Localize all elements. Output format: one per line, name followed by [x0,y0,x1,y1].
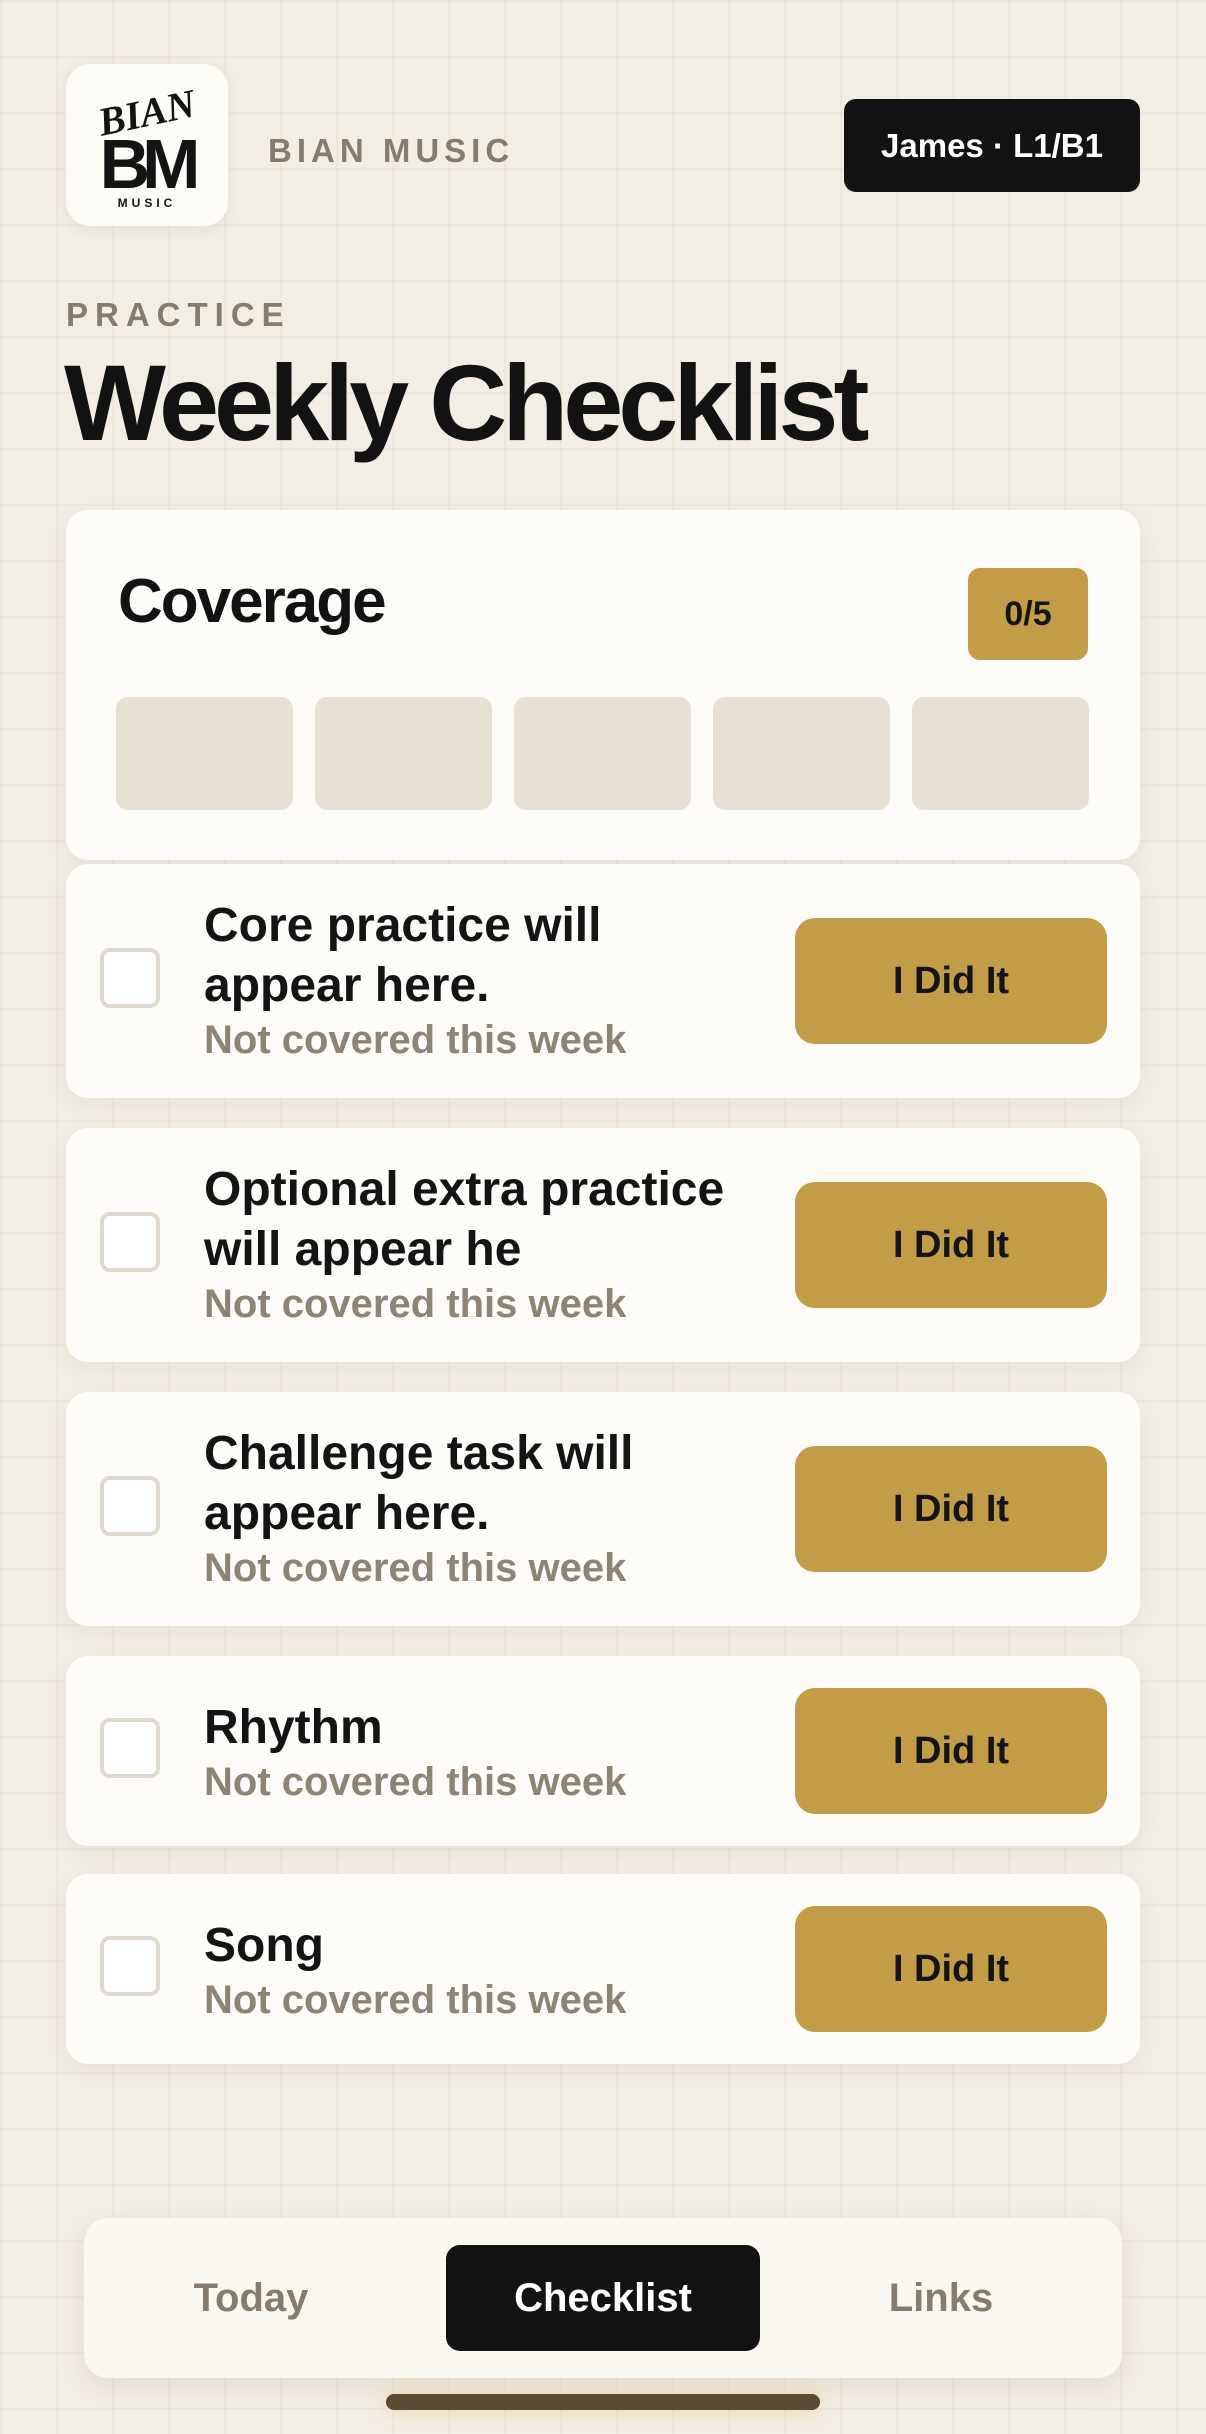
task-label: Rhythm [204,1701,383,1754]
task-status: Not covered this week [204,1978,627,2022]
i-did-it-button[interactable]: I Did It [795,1688,1107,1814]
coverage-card: Coverage 0/5 [66,510,1140,860]
task-checkbox[interactable] [100,948,160,1008]
i-did-it-button[interactable]: I Did It [795,1182,1107,1308]
task-label: Song [204,1919,324,1972]
page-title: Weekly Checklist [64,342,869,463]
task-status: Not covered this week [204,1546,627,1590]
tab-links[interactable]: Links [824,2245,1058,2351]
task-text: Core practice will appear here. Not cove… [204,896,626,1064]
tab-today[interactable]: Today [134,2245,368,2351]
task-text: Challenge task will appear here. Not cov… [204,1424,633,1592]
task-text: Optional extra practice will appear he N… [204,1160,724,1328]
task-card-core-practice: Core practice will appear here. Not cove… [66,864,1140,1098]
task-status: Not covered this week [204,1760,627,1804]
task-checkbox[interactable] [100,1936,160,1996]
task-label: appear here. [204,959,490,1012]
coverage-count-badge: 0/5 [968,568,1088,660]
task-text: Rhythm Not covered this week [204,1698,626,1806]
brand-name: BIAN MUSIC [268,132,515,169]
task-label: Challenge task will [204,1427,634,1480]
task-label: Optional extra practice [204,1163,725,1216]
coverage-progress [116,697,1089,810]
coverage-title: Coverage [118,567,387,636]
coverage-segment [116,697,293,810]
bottom-nav: Today Checklist Links [84,2218,1122,2378]
task-status: Not covered this week [204,1018,627,1062]
coverage-segment [315,697,492,810]
task-card-optional-extra: Optional extra practice will appear he N… [66,1128,1140,1362]
i-did-it-button[interactable]: I Did It [795,918,1107,1044]
task-checkbox[interactable] [100,1718,160,1778]
task-label: appear here. [204,1487,490,1540]
logo-music-text: MUSIC [118,196,177,210]
logo-bm-text: BM [100,125,197,203]
task-text: Song Not covered this week [204,1916,626,2024]
task-status: Not covered this week [204,1282,627,1326]
task-card-challenge: Challenge task will appear here. Not cov… [66,1392,1140,1626]
tab-checklist[interactable]: Checklist [446,2245,760,2351]
task-label: Core practice will [204,899,602,952]
coverage-segment [713,697,890,810]
brand-logo: BIAN BM MUSIC [66,64,228,226]
user-badge[interactable]: James · L1/B1 [844,99,1140,192]
section-eyebrow: PRACTICE [66,296,291,333]
i-did-it-button[interactable]: I Did It [795,1446,1107,1572]
coverage-segment [912,697,1089,810]
home-indicator [386,2394,820,2410]
task-card-rhythm: Rhythm Not covered this week I Did It [66,1656,1140,1846]
task-checkbox[interactable] [100,1212,160,1272]
task-label: will appear he [204,1223,522,1276]
coverage-segment [514,697,691,810]
task-card-song: Song Not covered this week I Did It [66,1874,1140,2064]
task-checkbox[interactable] [100,1476,160,1536]
bian-music-logo-icon: BIAN BM MUSIC [93,80,204,210]
i-did-it-button[interactable]: I Did It [795,1906,1107,2032]
